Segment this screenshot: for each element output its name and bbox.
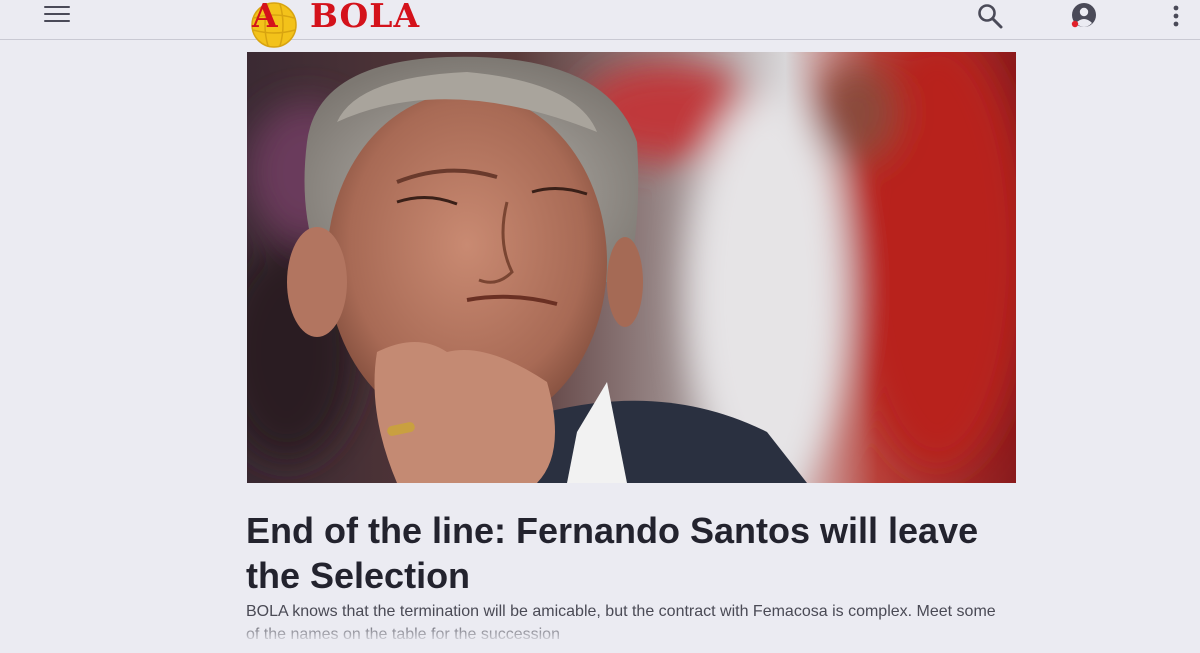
coach-photo — [247, 52, 1016, 483]
top-navigation-bar: A BOLA — [0, 0, 1200, 48]
article-lead: BOLA knows that the termination will be … — [246, 603, 996, 643]
logo-letter: A — [252, 0, 278, 35]
user-account-icon[interactable] — [1070, 2, 1098, 30]
article-hero-image[interactable] — [247, 52, 1016, 483]
search-icon[interactable] — [976, 2, 1004, 30]
notification-dot — [1071, 20, 1079, 28]
logo-wordmark: BOLA — [310, 0, 421, 35]
article-headline[interactable]: End of the line: Fernando Santos will le… — [246, 508, 1006, 598]
more-vertical-icon[interactable] — [1164, 2, 1188, 30]
hamburger-menu-icon[interactable] — [44, 6, 70, 24]
site-logo[interactable]: A BOLA — [250, 0, 476, 48]
